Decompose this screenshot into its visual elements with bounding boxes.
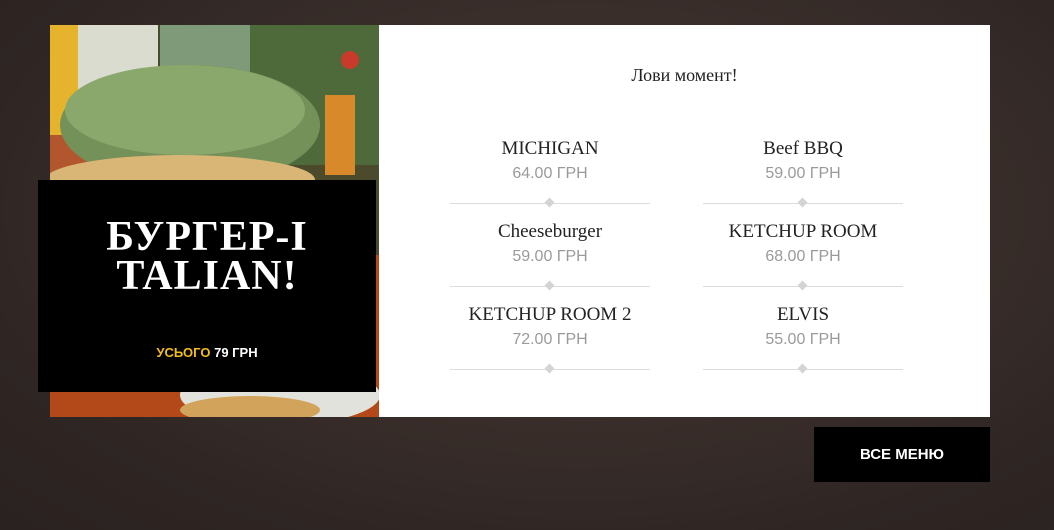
promo-title: БУРГЕР-ITALIAN! xyxy=(106,214,308,299)
menu-item[interactable]: ELVIS 55.00 ГРН xyxy=(703,303,903,374)
menu-item-price: 68.00 ГРН xyxy=(765,248,841,265)
menu-item-name: KETCHUP ROOM xyxy=(728,221,878,242)
diamond-icon xyxy=(797,197,808,208)
menu-item[interactable]: KETCHUP ROOM 2 72.00 ГРН xyxy=(450,303,650,374)
menu-item-name: MICHIGAN xyxy=(501,138,599,159)
promo-box[interactable]: БУРГЕР-ITALIAN! УСЬОГО 79 ГРН xyxy=(38,180,376,392)
menu-item[interactable]: Cheeseburger 59.00 ГРН xyxy=(450,220,650,291)
menu-item[interactable]: Beef BBQ 59.00 ГРН xyxy=(703,137,903,208)
diamond-icon xyxy=(544,197,555,208)
menu-item-price: 55.00 ГРН xyxy=(765,331,841,348)
all-menu-button[interactable]: ВСЕ МЕНЮ xyxy=(814,427,990,482)
menu-divider xyxy=(450,280,650,291)
menu-divider xyxy=(450,363,650,374)
promo-total-label: УСЬОГО xyxy=(156,345,211,360)
menu-item-price: 64.00 ГРН xyxy=(512,165,588,182)
promo-total: УСЬОГО 79 ГРН xyxy=(38,345,376,360)
promo-total-value: 79 ГРН xyxy=(214,345,258,360)
menu-item-name: KETCHUP ROOM 2 xyxy=(468,304,632,325)
menu-item-price: 59.00 ГРН xyxy=(765,165,841,182)
menu-item-price: 72.00 ГРН xyxy=(512,331,588,348)
menu-heading: Лови момент! xyxy=(631,65,738,85)
diamond-icon xyxy=(797,363,808,374)
menu-divider xyxy=(450,197,650,208)
menu-item-price: 59.00 ГРН xyxy=(512,248,588,265)
diamond-icon xyxy=(797,280,808,291)
diamond-icon xyxy=(544,280,555,291)
menu-item[interactable]: MICHIGAN 64.00 ГРН xyxy=(450,137,650,208)
menu-grid: MICHIGAN 64.00 ГРН Beef BBQ 59.00 ГРН Ch… xyxy=(450,137,903,397)
menu-item-name: Beef BBQ xyxy=(763,138,843,159)
menu-item-name: Cheeseburger xyxy=(497,221,603,242)
menu-divider xyxy=(703,363,903,374)
menu-divider xyxy=(703,280,903,291)
diamond-icon xyxy=(544,363,555,374)
menu-divider xyxy=(703,197,903,208)
menu-item-name: ELVIS xyxy=(776,304,830,325)
menu-item[interactable]: KETCHUP ROOM 68.00 ГРН xyxy=(703,220,903,291)
